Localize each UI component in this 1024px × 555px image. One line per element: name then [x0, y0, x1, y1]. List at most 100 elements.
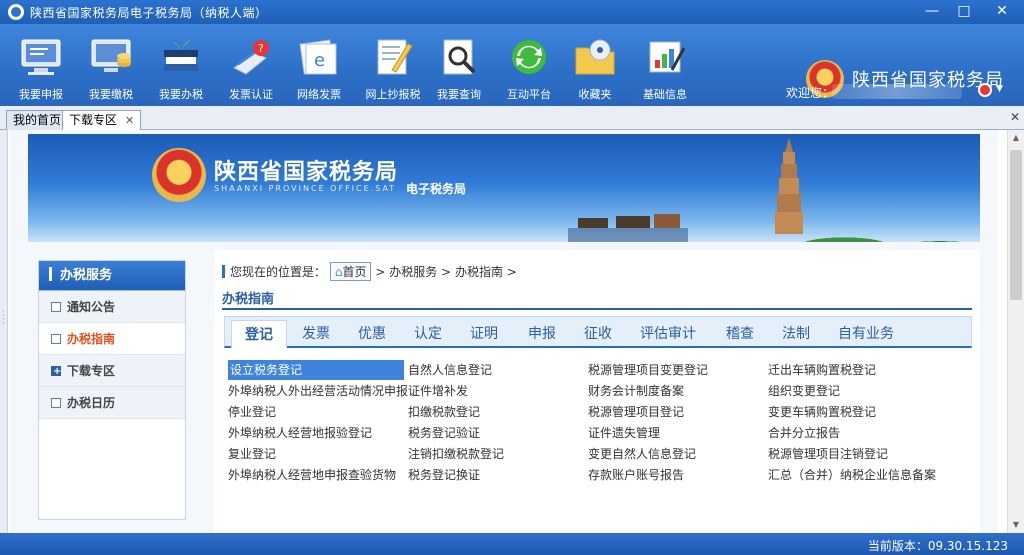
app-logo-icon: [8, 4, 24, 20]
guide-item-link[interactable]: 税源管理项目登记: [588, 402, 684, 422]
guide-item-link[interactable]: 财务会计制度备案: [588, 381, 684, 401]
grip-icon: · · · ·: [2, 307, 5, 328]
breadcrumb: 您现在的位置是： ⌂首页 > 办税服务 > 办税指南 >: [222, 262, 517, 281]
scroll-down-icon[interactable]: ▼: [1008, 517, 1024, 533]
guide-item-link[interactable]: 注销扣缴税款登记: [408, 444, 504, 464]
guide-item-link[interactable]: 存款账户账号报告: [588, 465, 684, 485]
sidebar-header: 办税服务: [39, 261, 185, 291]
close-button[interactable]: ✕: [980, 0, 1024, 22]
site-banner: 陕西省国家税务局 SHAANXI PROVINCE OFFICE.SAT 电子税…: [28, 134, 980, 242]
guide-item-link[interactable]: 复业登记: [228, 444, 276, 464]
window-controls: — □ ✕: [916, 0, 1024, 22]
guide-item-link[interactable]: 外埠纳税人外出经营活动情况申报: [228, 381, 408, 401]
guide-item-link[interactable]: 合并分立报告: [768, 423, 840, 443]
svg-text:e: e: [314, 50, 325, 71]
tab-registration[interactable]: 登记: [231, 320, 287, 349]
breadcrumb-item[interactable]: 办税指南: [455, 265, 503, 279]
toolbar-invoice-verify-button[interactable]: ? 发票认证: [218, 34, 284, 102]
toolbar-label: 我要申报: [19, 88, 63, 101]
guide-item-link[interactable]: 汇总（合并）纳税企业信息备案: [768, 465, 936, 485]
guide-item-link[interactable]: 扣缴税款登记: [408, 402, 480, 422]
guide-item-link[interactable]: 设立税务登记: [228, 360, 404, 380]
tab-legal[interactable]: 法制: [771, 320, 821, 349]
chart-board-icon: [642, 34, 688, 80]
guide-item-link[interactable]: 税务登记换证: [408, 465, 480, 485]
national-emblem-icon: [152, 148, 206, 202]
section-title: 办税指南: [222, 288, 972, 310]
guide-item-link[interactable]: 组织变更登记: [768, 381, 840, 401]
tab-declaration[interactable]: 申报: [517, 320, 567, 349]
breadcrumb-item[interactable]: 办税服务: [389, 265, 437, 279]
welcome-label: 欢迎您：: [786, 86, 835, 100]
splitter-handle[interactable]: · · · ·: [0, 130, 8, 533]
toolbar-label: 我要缴税: [89, 88, 133, 101]
sidebar-item-downloads[interactable]: 下载专区: [39, 355, 185, 388]
username-redacted: [832, 84, 962, 99]
tab-collection[interactable]: 征收: [573, 320, 623, 349]
user-status-icon[interactable]: [978, 83, 992, 97]
title-bar: 陕西省国家税务局电子税务局（纳税人端） — □ ✕: [0, 0, 1024, 24]
toolbar-label: 网上抄报税: [365, 88, 421, 101]
scroll-up-icon[interactable]: ▲: [1008, 130, 1024, 146]
tab-proof[interactable]: 证明: [459, 320, 509, 349]
tab-inspection[interactable]: 稽查: [715, 320, 765, 349]
tab-invoice[interactable]: 发票: [291, 320, 341, 349]
guide-item-link[interactable]: 变更车辆购置税登记: [768, 402, 876, 422]
guide-item-link[interactable]: 证件遗失管理: [588, 423, 660, 443]
expand-plus-icon: [51, 356, 61, 388]
tab-own-business[interactable]: 自有业务: [829, 320, 903, 349]
toolbar-label: 发票认证: [229, 88, 273, 101]
maximize-button[interactable]: □: [948, 0, 980, 22]
guide-item-link[interactable]: 证件增补发: [408, 381, 468, 401]
banner-tag: 电子税务局: [406, 182, 467, 196]
guide-item-link[interactable]: 税源管理项目注销登记: [768, 444, 888, 464]
guide-item-link[interactable]: 外埠纳税人经营地报验登记: [228, 423, 372, 443]
tab-home[interactable]: 我的首页: [6, 110, 69, 130]
tab-preferential[interactable]: 优惠: [347, 320, 397, 349]
content-frame: · · · · 陕西省国家税务局 SHAANXI PROVINCE OFFICE.SA…: [0, 130, 1024, 533]
toolbar-basic-info-button[interactable]: 基础信息: [632, 34, 698, 102]
guide-item-link[interactable]: 外埠纳税人经营地申报查验货物: [228, 465, 396, 485]
guide-item-link[interactable]: 变更自然人信息登记: [588, 444, 696, 464]
tab-assessment-audit[interactable]: 评估审计: [629, 320, 707, 349]
toolbar-favorites-button[interactable]: 收藏夹: [562, 34, 628, 102]
toolbar-label: 收藏夹: [578, 88, 612, 101]
sidebar-item-notices[interactable]: 通知公告: [39, 291, 185, 323]
tab-close-icon[interactable]: ✕: [125, 114, 134, 127]
sidebar-item-tax-calendar[interactable]: 办税日历: [39, 387, 185, 419]
tab-label: 我的首页: [13, 113, 62, 127]
vertical-scrollbar[interactable]: ▲ ▼: [1007, 130, 1024, 533]
toolbar-pay-tax-button[interactable]: 我要缴税: [78, 34, 144, 102]
tab-download-zone[interactable]: 下载专区 ✕: [62, 110, 142, 131]
guide-item-link[interactable]: 税务登记验证: [408, 423, 480, 443]
guide-item-link[interactable]: 税源管理项目变更登记: [588, 360, 708, 380]
toolbar-handle-tax-button[interactable]: 我要办税: [148, 34, 214, 102]
banner-subtitle: SHAANXI PROVINCE OFFICE.SAT: [214, 184, 397, 193]
guide-tabs: 登记 发票 优惠 认定 证明 申报 征收 评估审计 稽查 法制 自有业务: [224, 316, 972, 349]
monitor-report-icon: [18, 34, 64, 80]
breadcrumb-home-link[interactable]: ⌂首页: [329, 262, 372, 281]
tab-certification[interactable]: 认定: [403, 320, 453, 349]
notepad-pencil-icon: [370, 34, 416, 80]
sidebar-item-guide[interactable]: 办税指南: [39, 323, 185, 355]
svg-text:?: ?: [258, 42, 264, 55]
toolbar-declare-button[interactable]: 我要申报: [8, 34, 74, 102]
folder-disc-icon: [572, 34, 618, 80]
chevron-down-icon[interactable]: ▼: [996, 84, 1003, 94]
close-all-tabs-icon[interactable]: ✕: [1010, 110, 1020, 124]
minimize-button[interactable]: —: [916, 0, 948, 22]
toolbar-label: 基础信息: [643, 88, 687, 101]
guide-item-link[interactable]: 停业登记: [228, 402, 276, 422]
scroll-thumb[interactable]: [1010, 150, 1022, 300]
tab-strip: 我的首页 下载专区 ✕ ✕: [0, 106, 1024, 131]
monitor-coins-icon: [88, 34, 134, 80]
toolbar-interaction-button[interactable]: 互动平台: [496, 34, 562, 102]
guide-item-link[interactable]: 自然人信息登记: [408, 360, 492, 380]
tab-label: 下载专区: [69, 113, 118, 127]
guide-item-link[interactable]: 迁出车辆购置税登记: [768, 360, 876, 380]
toolbar-query-button[interactable]: 我要查询: [426, 34, 492, 102]
toolbar-label: 我要查询: [437, 88, 481, 101]
status-bar: 当前版本：09.30.15.123: [0, 533, 1024, 555]
toolbar-online-invoice-button[interactable]: e 网络发票: [286, 34, 352, 102]
toolbar-online-copy-report-button[interactable]: 网上抄报税: [360, 34, 426, 102]
